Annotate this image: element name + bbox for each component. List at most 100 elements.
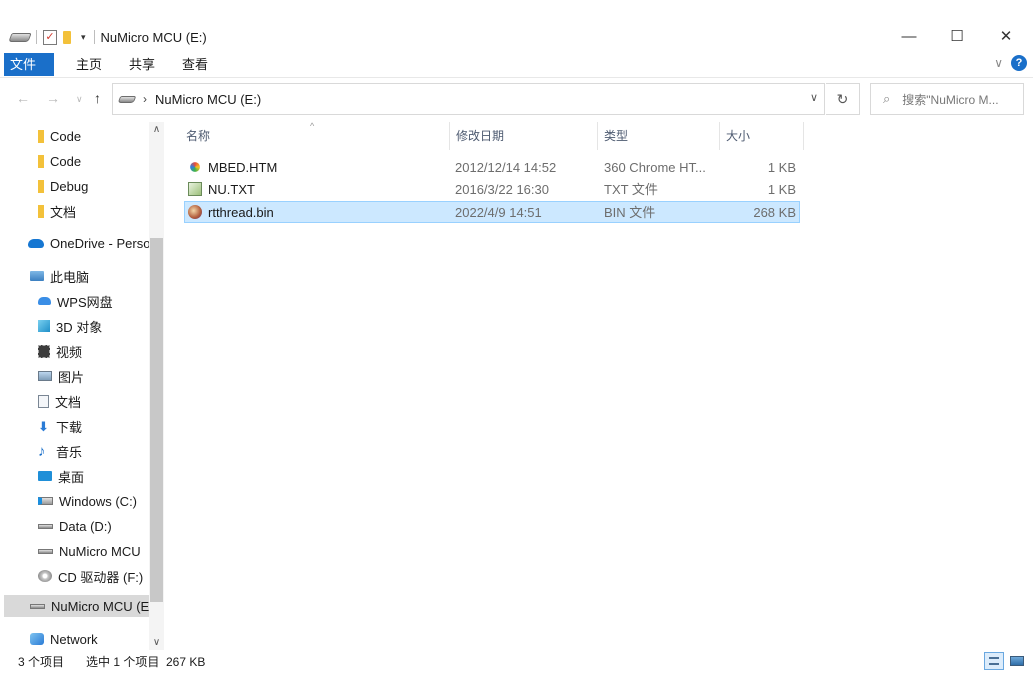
nav-item-label: 音乐 (56, 444, 83, 460)
nav-item-label: 此电脑 (50, 269, 90, 285)
file-size: 1 KB (767, 182, 796, 197)
properties-icon[interactable]: ✓ (43, 29, 57, 45)
file-type: TXT 文件 (604, 182, 658, 197)
folder-icon (38, 204, 44, 218)
nav-item-label: Debug (50, 178, 89, 194)
window-title: NuMicro MCU (E:) (100, 29, 207, 45)
scrollbar-thumb[interactable] (150, 238, 163, 602)
file-row-nu[interactable]: NU.TXT 2016/3/22 16:30 TXT 文件 1 KB (184, 179, 800, 201)
file-date: 2012/12/14 14:52 (455, 160, 557, 175)
folder-icon (38, 154, 44, 168)
file-name-cell: NU.TXT (188, 179, 448, 201)
column-header-size[interactable]: 大小 (720, 122, 804, 150)
column-header-type[interactable]: 类型 (598, 122, 720, 150)
status-selection: 选中 1 个项目 267 KB (86, 655, 206, 669)
nav-item-downloads[interactable]: ⬇ 下载 (0, 415, 164, 437)
nav-item-windows-drive[interactable]: Windows (C:) (0, 490, 164, 512)
minimize-button[interactable]: — (886, 26, 932, 48)
file-size: 268 KB (753, 205, 796, 220)
file-size: 1 KB (767, 160, 796, 175)
tab-view[interactable]: 查看 (172, 53, 218, 76)
nav-item-code[interactable]: Code (0, 125, 164, 147)
new-folder-icon[interactable] (63, 30, 71, 44)
scroll-up-chevron-icon[interactable]: ∧ (149, 124, 164, 135)
nav-item-label: Code (50, 128, 82, 144)
nav-item-documents-folder[interactable]: 文档 (0, 200, 164, 222)
chevron-right-icon[interactable]: › (143, 92, 147, 106)
address-history-chevron-icon[interactable]: ∨ (810, 91, 818, 104)
nav-item-documents[interactable]: 文档 (0, 390, 164, 412)
file-name: rtthread.bin (208, 205, 274, 220)
nav-item-network[interactable]: Network (0, 628, 164, 650)
drive-icon (117, 95, 137, 103)
nav-item-data-drive[interactable]: Data (D:) (0, 515, 164, 537)
wps-cloud-icon (38, 297, 51, 305)
tab-file[interactable]: 文件 (4, 53, 54, 76)
quick-access-toolbar: ✓ ▾ NuMicro MCU (E:) (8, 28, 207, 46)
search-placeholder: 搜索"NuMicro M... (902, 92, 999, 107)
expand-ribbon-chevron-icon[interactable]: ∨ (994, 56, 1003, 70)
file-type: 360 Chrome HT... (604, 160, 706, 175)
nav-item-this-pc[interactable]: 此电脑 (0, 265, 164, 287)
help-icon[interactable]: ? (1011, 55, 1027, 71)
large-icons-view-icon (1010, 656, 1024, 666)
maximize-button[interactable]: ☐ (934, 26, 980, 48)
file-row-mbed[interactable]: MBED.HTM 2012/12/14 14:52 360 Chrome HT.… (184, 157, 800, 179)
address-path[interactable]: NuMicro MCU (E:) (155, 92, 261, 107)
nav-item-label: Windows (C:) (59, 493, 138, 509)
ribbon-tabs: 文件 主页 共享 查看 ∨ ? (0, 53, 1033, 78)
tab-share[interactable]: 共享 (119, 53, 165, 76)
nav-item-cd-drive[interactable]: CD 驱动器 (F:) (0, 565, 164, 587)
nav-item-pictures[interactable]: 图片 (0, 365, 164, 387)
nav-item-label: 视频 (56, 344, 83, 360)
cloud-icon (28, 238, 44, 248)
nav-item-numicro-drive[interactable]: NuMicro MCU (0, 540, 164, 562)
nav-item-3d-objects[interactable]: 3D 对象 (0, 315, 164, 337)
column-header-date[interactable]: 修改日期 (450, 122, 598, 150)
nav-item-desktop[interactable]: 桌面 (0, 465, 164, 487)
bin-file-icon (188, 205, 202, 219)
scroll-down-chevron-icon[interactable]: ∨ (149, 637, 164, 648)
status-item-count: 3 个项目 (18, 655, 65, 669)
forward-arrow-icon[interactable]: → (46, 90, 60, 106)
up-arrow-icon[interactable]: ↑ (94, 90, 101, 106)
file-row-rtthread[interactable]: rtthread.bin 2022/4/9 14:51 BIN 文件 268 K… (184, 201, 800, 223)
title-bar: ✓ ▾ NuMicro MCU (E:) — ☐ ✕ (0, 0, 1033, 52)
text-file-icon (188, 182, 202, 196)
customize-toolbar-chevron-icon[interactable]: ▾ (81, 32, 86, 43)
nav-item-label: 下载 (56, 419, 83, 435)
cube-icon (38, 320, 50, 332)
nav-item-label: Code (50, 153, 82, 169)
details-view-button[interactable] (984, 652, 1004, 670)
file-date: 2022/4/9 14:51 (455, 205, 542, 220)
nav-item-label: 文档 (55, 394, 82, 410)
recent-locations-chevron-icon[interactable]: ∨ (76, 94, 83, 105)
separator (93, 30, 95, 44)
tab-home[interactable]: 主页 (66, 53, 112, 76)
folder-icon (38, 179, 44, 193)
back-arrow-icon[interactable]: ← (16, 90, 30, 106)
close-button[interactable]: ✕ (983, 26, 1029, 48)
separator (36, 30, 37, 44)
nav-item-label: 图片 (58, 369, 85, 385)
nav-item-videos[interactable]: 视频 (0, 340, 164, 362)
nav-item-code-2[interactable]: Code (0, 150, 164, 172)
nav-item-numicro-selected[interactable]: NuMicro MCU (E (4, 595, 164, 617)
status-bar: 3 个项目 选中 1 个项目 267 KB (0, 650, 1033, 672)
address-bar[interactable]: › NuMicro MCU (E:) ∨ (112, 83, 825, 115)
refresh-button[interactable]: ↻ (826, 83, 860, 115)
navigation-scrollbar[interactable]: ∧ ∨ (149, 122, 164, 650)
nav-item-wps-cloud[interactable]: WPS网盘 (0, 290, 164, 312)
file-name-cell: MBED.HTM (188, 157, 448, 179)
nav-item-debug[interactable]: Debug (0, 175, 164, 197)
drive-icon (30, 603, 45, 609)
drive-icon (38, 523, 53, 529)
nav-item-onedrive[interactable]: OneDrive - Perso (0, 232, 164, 254)
column-header-name[interactable]: 名称 (180, 122, 450, 150)
search-box[interactable]: ⌕ 搜索"NuMicro M... (870, 83, 1024, 115)
nav-item-music[interactable]: ♪ 音乐 (0, 440, 164, 462)
file-name: MBED.HTM (208, 160, 278, 175)
large-icons-view-button[interactable] (1007, 652, 1027, 670)
nav-item-label: 文档 (50, 204, 77, 220)
nav-item-label: OneDrive - Perso (50, 235, 151, 251)
